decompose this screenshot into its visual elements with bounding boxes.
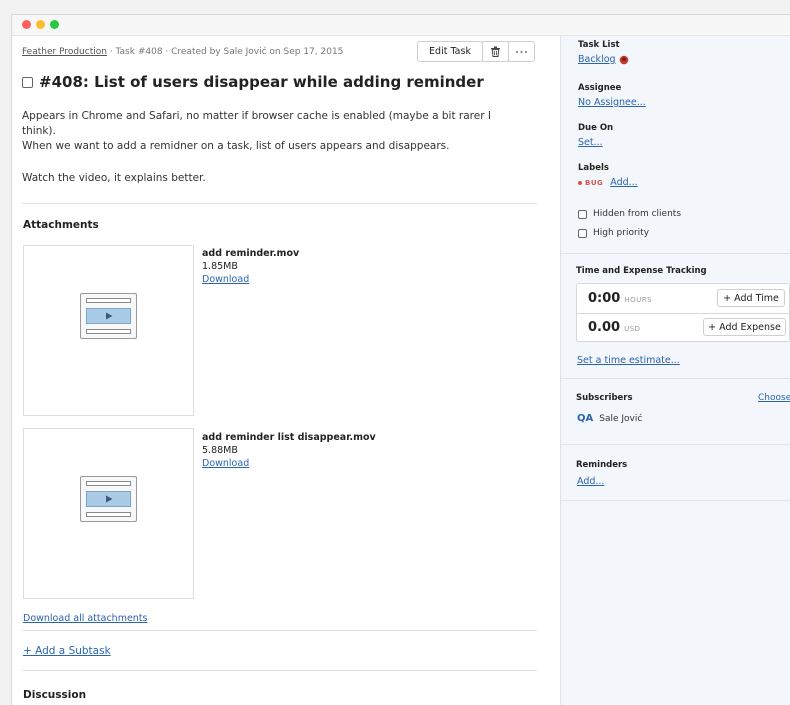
maximize-window-button[interactable] bbox=[50, 20, 59, 29]
subscribers-heading: Subscribers bbox=[576, 393, 633, 403]
time-estimate-link[interactable]: Set a time estimate... bbox=[577, 355, 680, 366]
due-on-link[interactable]: Set... bbox=[578, 137, 603, 148]
due-on-label: Due On bbox=[578, 123, 614, 133]
hours-unit: HOURS bbox=[624, 296, 653, 304]
tracking-heading: Time and Expense Tracking bbox=[576, 266, 707, 276]
hidden-from-clients-checkbox[interactable] bbox=[578, 209, 587, 219]
add-time-label: + Add Time bbox=[723, 292, 779, 304]
expense-display: 0.00 USD bbox=[588, 320, 641, 335]
description-line: think). bbox=[22, 125, 56, 137]
bug-label-dot bbox=[578, 180, 582, 185]
attachment-name: add reminder.mov bbox=[202, 248, 300, 259]
hours-value: 0:00 bbox=[588, 291, 621, 306]
expense-value: 0.00 bbox=[588, 320, 621, 335]
reminders-heading: Reminders bbox=[576, 460, 628, 470]
download-all-link[interactable]: Download all attachments bbox=[23, 613, 148, 624]
task-detail-pane: Feather Production · Task #408 · Created… bbox=[12, 36, 560, 705]
title-bar bbox=[12, 15, 790, 36]
divider bbox=[22, 203, 537, 204]
add-reminder-link[interactable]: Add... bbox=[577, 476, 604, 487]
subscriber-item: QA Sale Jović bbox=[577, 413, 642, 424]
task-sidebar: Task List Backlog Assignee No Assignee..… bbox=[560, 36, 790, 705]
add-label-link[interactable]: Add... bbox=[610, 177, 637, 188]
edit-task-button[interactable]: Edit Task bbox=[417, 41, 483, 62]
more-icon bbox=[515, 50, 528, 53]
add-time-button[interactable]: + Add Time bbox=[717, 289, 785, 307]
task-list-label: Task List bbox=[578, 40, 620, 50]
high-priority-label: High priority bbox=[593, 228, 650, 238]
expense-unit: USD bbox=[624, 325, 641, 333]
video-file-icon bbox=[80, 476, 137, 522]
attachment-size: 5.88MB bbox=[202, 445, 238, 456]
divider bbox=[561, 253, 790, 254]
attachment-download-link[interactable]: Download bbox=[202, 457, 376, 470]
add-expense-button[interactable]: + Add Expense bbox=[703, 318, 786, 336]
add-expense-label: + Add Expense bbox=[708, 321, 781, 333]
attachment-info: add reminder list disappear.mov 5.88MB D… bbox=[202, 431, 376, 470]
backlog-status-icon bbox=[619, 55, 628, 64]
breadcrumb: Feather Production · Task #408 · Created… bbox=[22, 47, 343, 57]
hidden-from-clients-label: Hidden from clients bbox=[593, 209, 682, 219]
description-line: Watch the video, it explains better. bbox=[22, 172, 206, 184]
divider bbox=[561, 378, 790, 379]
attachments-heading: Attachments bbox=[23, 219, 99, 231]
high-priority-checkbox[interactable] bbox=[578, 228, 587, 238]
bug-label: BUG bbox=[585, 178, 604, 187]
project-link[interactable]: Feather Production bbox=[22, 47, 107, 57]
attachment-thumbnail[interactable] bbox=[23, 245, 194, 416]
high-priority-option[interactable]: High priority bbox=[578, 228, 649, 238]
subscriber-name: Sale Jović bbox=[599, 413, 643, 424]
task-complete-checkbox[interactable] bbox=[22, 76, 33, 88]
assignee-label: Assignee bbox=[578, 83, 622, 93]
delete-task-button[interactable] bbox=[482, 41, 509, 62]
trash-icon bbox=[491, 46, 500, 57]
labels-label: Labels bbox=[578, 163, 609, 173]
divider bbox=[561, 444, 790, 445]
divider bbox=[561, 500, 790, 501]
hidden-from-clients-option[interactable]: Hidden from clients bbox=[578, 209, 681, 219]
time-row: 0:00 HOURS + Add Time bbox=[577, 284, 790, 314]
edit-task-label: Edit Task bbox=[429, 46, 471, 57]
description-line: Appears in Chrome and Safari, no matter … bbox=[22, 110, 491, 122]
attachment-thumbnail[interactable] bbox=[23, 428, 194, 599]
attachment-size: 1.85MB bbox=[202, 261, 238, 272]
discussion-heading: Discussion bbox=[23, 689, 87, 701]
video-file-icon bbox=[80, 293, 137, 339]
task-meta: · Task #408 · Created by Sale Jović on S… bbox=[106, 47, 344, 57]
description-line: When we want to add a remidner on a task… bbox=[22, 140, 450, 152]
close-window-button[interactable] bbox=[22, 20, 31, 29]
subscriber-avatar: QA bbox=[577, 413, 594, 424]
minimize-window-button[interactable] bbox=[36, 20, 45, 29]
attachment-info: add reminder.mov 1.85MB Download bbox=[202, 247, 299, 286]
divider bbox=[22, 670, 537, 671]
more-actions-button[interactable] bbox=[508, 41, 535, 62]
task-list-link[interactable]: Backlog bbox=[578, 54, 616, 65]
choose-subscribers-link[interactable]: Choose bbox=[758, 393, 790, 403]
divider bbox=[22, 630, 537, 631]
attachment-name: add reminder list disappear.mov bbox=[202, 432, 376, 443]
task-title: #408: List of users disappear while addi… bbox=[22, 73, 484, 91]
app-window: Feather Production · Task #408 · Created… bbox=[11, 14, 790, 705]
task-title-text: #408: List of users disappear while addi… bbox=[39, 73, 484, 91]
attachment-download-link[interactable]: Download bbox=[202, 273, 299, 286]
assignee-link[interactable]: No Assignee... bbox=[578, 97, 646, 108]
hours-display: 0:00 HOURS bbox=[588, 291, 652, 306]
tracking-box: 0:00 HOURS + Add Time 0.00 USD + Add Expen… bbox=[576, 283, 790, 342]
labels-row: BUG Add... bbox=[578, 177, 638, 188]
task-list-value: Backlog bbox=[578, 54, 629, 65]
expense-row: 0.00 USD + Add Expense bbox=[577, 313, 790, 342]
add-subtask-link[interactable]: + Add a Subtask bbox=[23, 645, 111, 657]
